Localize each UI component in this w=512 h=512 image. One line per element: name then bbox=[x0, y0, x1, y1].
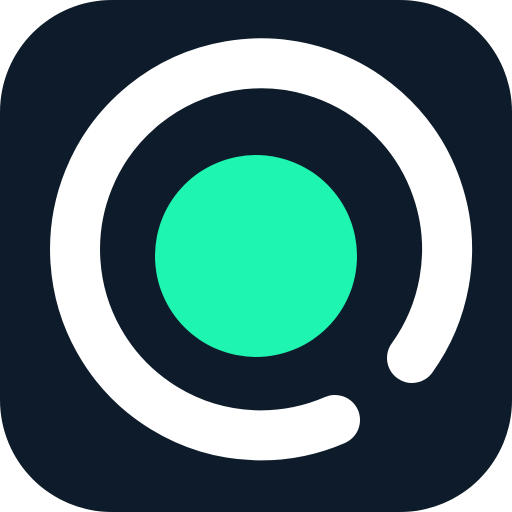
center-dot-icon bbox=[155, 155, 357, 357]
app-icon[interactable] bbox=[0, 0, 512, 512]
app-icon-graphic bbox=[50, 38, 473, 461]
